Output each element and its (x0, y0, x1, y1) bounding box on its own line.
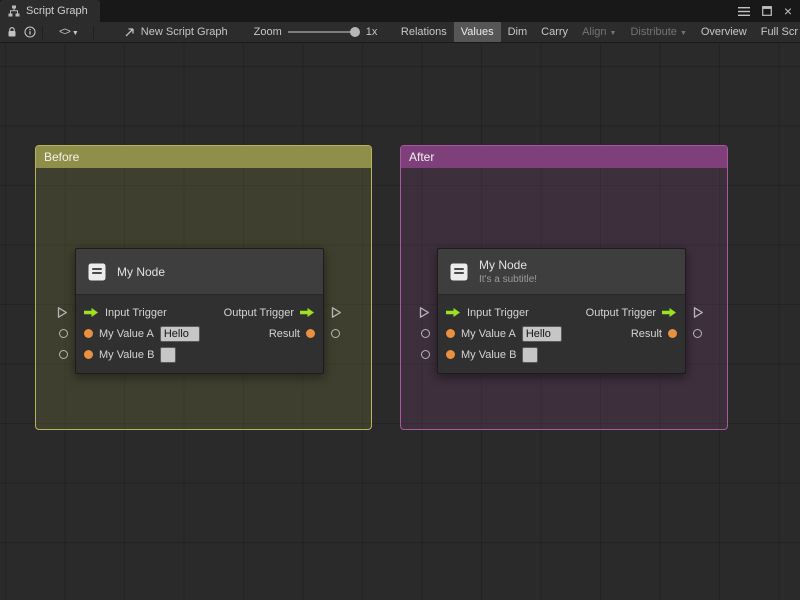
close-icon[interactable]: × (784, 4, 792, 18)
group-after-header[interactable]: After (401, 146, 727, 168)
relations-button[interactable]: Relations (394, 22, 454, 43)
flow-input-marker[interactable] (57, 306, 68, 319)
port-row-value-b: My Value B (438, 344, 685, 365)
menu-icon[interactable] (738, 7, 750, 16)
port-label-output-trigger: Output Trigger (224, 307, 294, 319)
zoom-slider[interactable] (288, 25, 360, 39)
flow-input-port[interactable] (84, 307, 99, 318)
info-icon[interactable] (24, 26, 36, 38)
chevron-down-icon: ▼ (680, 30, 687, 37)
dim-button[interactable]: Dim (501, 22, 535, 43)
tab-title: Script Graph (26, 5, 88, 17)
toolbar-separator (42, 26, 43, 39)
flow-input-marker[interactable] (419, 306, 430, 319)
toolbar-separator (93, 26, 94, 39)
node-body: Input Trigger Output Trigger My Value A … (76, 295, 323, 373)
port-label-result: Result (631, 328, 662, 340)
port-label-value-b: My Value B (99, 349, 154, 361)
value-output-marker-result[interactable] (693, 329, 702, 338)
node-my-node-before[interactable]: My Node Input Trigger Output Trigger My … (75, 248, 324, 374)
unit-icon (448, 261, 470, 283)
tab-script-graph[interactable]: Script Graph (0, 0, 100, 22)
port-row-trigger: Input Trigger Output Trigger (76, 302, 323, 323)
port-label-input-trigger: Input Trigger (467, 307, 529, 319)
value-input-marker-b[interactable] (59, 350, 68, 359)
node-title: My Node (479, 258, 537, 272)
flow-input-port[interactable] (446, 307, 461, 318)
window-controls: × (738, 0, 800, 22)
node-header[interactable]: My Node It's a subtitle! (438, 249, 685, 295)
overview-button[interactable]: Overview (694, 22, 754, 43)
flow-output-marker[interactable] (693, 306, 704, 319)
node-title: My Node (117, 265, 165, 279)
lock-icon[interactable] (6, 26, 18, 38)
zoom-label: Zoom (254, 26, 282, 38)
node-subtitle: It's a subtitle! (479, 274, 537, 285)
value-b-input[interactable] (160, 347, 176, 363)
port-row-value-a: My Value A Result (76, 323, 323, 344)
graph-name-button[interactable]: New Script Graph (124, 26, 228, 38)
group-before-header[interactable]: Before (36, 146, 371, 168)
chevron-down-icon: ▼ (72, 30, 79, 37)
value-port-b[interactable] (84, 350, 93, 359)
value-port-a[interactable] (84, 329, 93, 338)
fullscreen-button[interactable]: Full Scr (754, 22, 800, 43)
node-my-node-after[interactable]: My Node It's a subtitle! Input Trigger O… (437, 248, 686, 374)
graph-pointer-icon (124, 26, 136, 38)
node-body: Input Trigger Output Trigger My Value A … (438, 295, 685, 373)
port-label-value-a: My Value A (461, 328, 516, 340)
value-input-marker-a[interactable] (59, 329, 68, 338)
value-port-a[interactable] (446, 329, 455, 338)
chevron-down-icon: ▼ (610, 30, 617, 37)
value-b-input[interactable] (522, 347, 538, 363)
maximize-icon[interactable] (762, 6, 772, 16)
port-row-value-a: My Value A Result (438, 323, 685, 344)
port-row-trigger: Input Trigger Output Trigger (438, 302, 685, 323)
unit-icon (86, 261, 108, 283)
node-header[interactable]: My Node (76, 249, 323, 295)
titlebar: Script Graph × (0, 0, 800, 22)
align-button: Align ▼ (575, 22, 623, 43)
port-label-value-a: My Value A (99, 328, 154, 340)
value-a-input[interactable] (522, 326, 562, 342)
toolbar-buttons: Relations Values Dim Carry Align ▼ Distr… (394, 22, 800, 43)
port-label-output-trigger: Output Trigger (586, 307, 656, 319)
group-after-title: After (409, 150, 434, 164)
graph-icon (8, 5, 20, 17)
zoom-slider-handle[interactable] (350, 27, 360, 37)
value-a-input[interactable] (160, 326, 200, 342)
value-input-marker-a[interactable] (421, 329, 430, 338)
graph-name-label: New Script Graph (141, 26, 228, 38)
flow-output-port[interactable] (300, 307, 315, 318)
code-icon[interactable]: <> ▼ (59, 26, 79, 38)
values-button[interactable]: Values (454, 22, 501, 43)
zoom-slider-track (288, 31, 353, 33)
port-label-result: Result (269, 328, 300, 340)
value-port-result[interactable] (306, 329, 315, 338)
zoom-value: 1x (366, 26, 378, 38)
port-row-value-b: My Value B (76, 344, 323, 365)
distribute-button: Distribute ▼ (623, 22, 693, 43)
flow-output-marker[interactable] (331, 306, 342, 319)
graph-canvas[interactable]: Before After My Node (0, 43, 800, 600)
flow-output-port[interactable] (662, 307, 677, 318)
carry-button[interactable]: Carry (534, 22, 575, 43)
port-label-input-trigger: Input Trigger (105, 307, 167, 319)
port-label-value-b: My Value B (461, 349, 516, 361)
value-port-b[interactable] (446, 350, 455, 359)
value-input-marker-b[interactable] (421, 350, 430, 359)
value-output-marker-result[interactable] (331, 329, 340, 338)
graph-toolbar: <> ▼ New Script Graph Zoom 1x Relations … (0, 22, 800, 43)
group-before-title: Before (44, 150, 79, 164)
value-port-result[interactable] (668, 329, 677, 338)
